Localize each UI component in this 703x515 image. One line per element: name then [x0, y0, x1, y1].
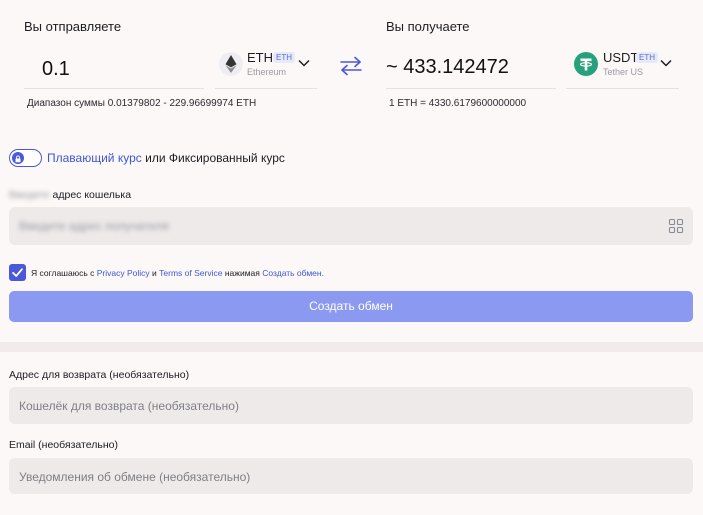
send-label: Вы отправляете	[24, 19, 122, 34]
wallet-address-input[interactable]: Введите адрес получателя	[9, 207, 693, 245]
wallet-label-blurred: Введите	[9, 189, 50, 201]
send-amount-input[interactable]: 0.1	[42, 58, 70, 81]
receive-amount-value: 433.142472	[403, 56, 509, 78]
refund-address-label: Адрес для возврата (необязательно)	[9, 369, 190, 381]
receive-network-badge: ETH	[636, 52, 658, 63]
floating-rate-option[interactable]: Плавающий курс	[47, 151, 142, 165]
exchange-rate-text: 1 ETH = 4330.6179600000000	[389, 98, 527, 109]
agreement-prefix: Я соглашаюсь с	[31, 268, 95, 278]
wallet-label-text: адрес кошелька	[52, 189, 132, 201]
rate-type-separator: или	[145, 151, 166, 165]
rate-type-toggle[interactable]	[9, 149, 42, 167]
send-currency-underline	[215, 88, 317, 89]
swap-arrows-icon[interactable]	[338, 55, 364, 77]
rate-type-label: Плавающий курс или Фиксированный курс	[47, 151, 285, 165]
agreement-checkbox[interactable]	[9, 264, 26, 281]
receive-amount-underline	[386, 88, 556, 89]
approx-sign: ~	[386, 56, 398, 78]
send-currency-select[interactable]: ETH ETH Ethereum	[215, 48, 317, 88]
email-label: Email (необязательно)	[9, 439, 118, 451]
send-currency-network: Ethereum	[247, 67, 287, 77]
ethereum-icon	[219, 52, 243, 76]
send-range-text: Диапазон суммы 0.01379802 - 229.96699974…	[27, 98, 257, 109]
email-placeholder: Уведомления об обмене (необязательно)	[19, 470, 251, 484]
section-divider	[0, 342, 703, 352]
toggle-knob	[12, 151, 24, 164]
tether-icon	[574, 52, 598, 76]
agreement-text: Я соглашаюсь с Privacy Policy и Terms of…	[31, 268, 324, 278]
refund-address-input[interactable]: Кошелёк для возврата (необязательно)	[9, 387, 693, 424]
chevron-down-icon	[660, 59, 672, 67]
fixed-rate-option[interactable]: Фиксированный курс	[169, 151, 285, 165]
terms-of-service-link[interactable]: Terms of Service	[159, 268, 222, 278]
receive-amount: ~ 433.142472	[386, 56, 509, 79]
qr-scan-icon[interactable]	[668, 218, 684, 234]
email-input[interactable]: Уведомления об обмене (необязательно)	[9, 458, 693, 494]
receive-currency-select[interactable]: USDT ETH Tether US	[566, 48, 679, 88]
receive-currency-underline	[566, 88, 679, 89]
receive-currency-ticker: USDT	[603, 50, 639, 65]
agreement-and: и	[152, 268, 157, 278]
send-network-badge: ETH	[273, 52, 295, 63]
refund-address-placeholder: Кошелёк для возврата (необязательно)	[19, 399, 239, 413]
receive-currency-network: Tether US	[603, 67, 644, 77]
create-exchange-link[interactable]: Создать обмен.	[262, 268, 324, 278]
send-currency-ticker: ETH	[247, 50, 273, 65]
lock-icon	[15, 155, 21, 162]
checkmark-icon	[12, 268, 23, 277]
receive-label: Вы получаете	[386, 19, 470, 34]
create-exchange-button[interactable]: Создать обмен	[9, 291, 693, 322]
chevron-down-icon	[298, 59, 310, 67]
agreement-pressing: нажимая	[224, 268, 260, 278]
wallet-address-placeholder: Введите адрес получателя	[19, 219, 169, 233]
send-amount-underline	[24, 88, 204, 89]
privacy-policy-link[interactable]: Privacy Policy	[97, 268, 150, 278]
wallet-address-label: Введите адрес кошелька	[9, 189, 131, 201]
